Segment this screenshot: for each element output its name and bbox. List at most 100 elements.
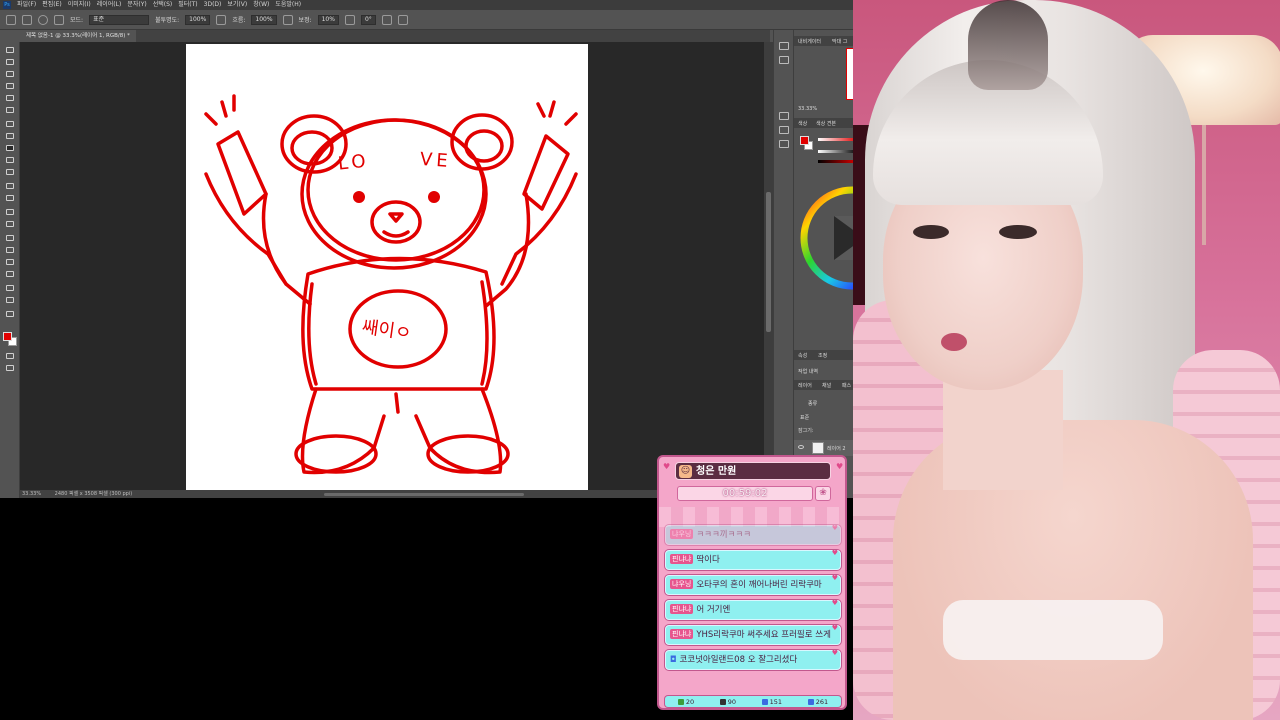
tab-history[interactable]: 작업 내역 — [798, 368, 818, 375]
menu-file[interactable]: 파일(F) — [17, 0, 36, 10]
menu-filter[interactable]: 필터(T) — [178, 0, 197, 10]
webcam-feed — [853, 0, 1280, 720]
dodge-tool-icon[interactable] — [5, 220, 15, 228]
layer-blend-mode[interactable]: 표준 — [800, 414, 809, 421]
symmetry-icon[interactable] — [397, 14, 408, 25]
pressure-opacity-icon[interactable] — [216, 14, 227, 25]
opacity-input[interactable]: 100% — [185, 14, 211, 25]
color-wheel[interactable] — [800, 178, 853, 300]
menu-type[interactable]: 문자(Y) — [127, 0, 146, 10]
frame-tool-icon[interactable] — [5, 106, 15, 114]
chat-user-badge: 냐우닝 — [670, 579, 694, 589]
move-tool-icon[interactable] — [5, 46, 15, 54]
chat-user-badge: 핀냐냐 — [670, 554, 694, 564]
menu-image[interactable]: 이미지(I) — [68, 0, 91, 10]
foreground-color-swatch[interactable] — [3, 332, 12, 341]
history-panel-icon[interactable] — [779, 42, 789, 50]
pen-tool-icon[interactable] — [5, 234, 15, 242]
eraser-tool-icon[interactable] — [5, 182, 15, 190]
sketch-stroke — [306, 118, 486, 262]
vertical-scrollbar[interactable] — [764, 42, 773, 490]
color-swatches[interactable] — [3, 332, 17, 346]
smoothing-input[interactable]: 10% — [317, 14, 339, 25]
streamer-eye-left — [913, 225, 949, 239]
hue-slider[interactable] — [818, 138, 853, 141]
tab-navigator[interactable]: 내비게이터 — [798, 38, 821, 45]
follower-icon — [807, 698, 814, 705]
stamp-tool-icon[interactable] — [5, 156, 15, 164]
zoom-tool-icon[interactable] — [5, 296, 15, 304]
donation-icon: ◘ — [670, 655, 677, 665]
blur-tool-icon[interactable] — [5, 208, 15, 216]
type-tool-icon[interactable] — [5, 246, 15, 254]
layer-name[interactable]: 레이어 2 — [827, 445, 846, 452]
gradient-tool-icon[interactable] — [5, 194, 15, 202]
menu-select[interactable]: 선택(S) — [153, 0, 173, 10]
shape-tool-icon[interactable] — [5, 270, 15, 278]
angle-input[interactable]: 0° — [360, 14, 376, 25]
tab-layers[interactable]: 레이어 — [798, 382, 812, 389]
brush-panel-icon[interactable] — [779, 140, 789, 148]
tab-histogram[interactable]: 막대 그 — [832, 38, 847, 45]
brightness-slider[interactable] — [818, 160, 853, 163]
layer-kind-filter[interactable]: 종류 — [808, 400, 817, 407]
viewer-icon — [677, 698, 684, 705]
brush-tool-icon-active[interactable] — [5, 144, 15, 152]
mode-label: 모드: — [70, 17, 84, 24]
smoothing-settings-icon[interactable] — [344, 14, 355, 25]
airbrush-icon[interactable] — [282, 14, 293, 25]
brush-tool-icon[interactable] — [22, 14, 32, 25]
menu-3d[interactable]: 3D(D) — [204, 0, 222, 10]
scroll-thumb[interactable] — [766, 192, 771, 332]
menu-edit[interactable]: 편집(E) — [42, 0, 62, 10]
chat-messages: 냐우닝 ㅋㅋㅋ끼ㅋㅋㅋ ♥ 핀냐냐 딱이다 ♥ 냐우닝 오타쿠의 혼이 깨어나버린 리… — [665, 524, 841, 675]
quick-select-tool-icon[interactable] — [5, 82, 15, 90]
horizontal-scroll-thumb[interactable] — [324, 493, 524, 496]
menu-help[interactable]: 도움말(H) — [275, 0, 301, 10]
mode-select[interactable]: 표준 — [89, 14, 150, 25]
tab-paths[interactable]: 패스 — [842, 382, 851, 389]
stat-item: 151 — [761, 698, 782, 706]
drawing-canvas[interactable]: LO VE 쌔이ㅇ — [186, 44, 588, 490]
chat-message: ◘ 코코넛아일랜드08 오 잘그리셨다 ♥ — [665, 649, 841, 670]
streamer-eye-right — [999, 225, 1037, 239]
color-panel-icon[interactable] — [779, 112, 789, 120]
tab-properties[interactable]: 속성 — [798, 352, 807, 359]
panel-foreground-swatch[interactable] — [800, 136, 809, 145]
path-select-tool-icon[interactable] — [5, 258, 15, 266]
menu-window[interactable]: 창(W) — [253, 0, 269, 10]
status-zoom[interactable]: 33.33% — [22, 491, 41, 497]
tab-adjustments[interactable]: 조정 — [818, 352, 827, 359]
menu-layer[interactable]: 레이어(L) — [97, 0, 122, 10]
tab-channels[interactable]: 채널 — [822, 382, 831, 389]
quick-mask-icon[interactable] — [5, 352, 15, 360]
healing-tool-icon[interactable] — [5, 132, 15, 140]
properties-panel-icon[interactable] — [779, 56, 789, 64]
navigator-zoom[interactable]: 33.33% — [798, 106, 817, 112]
flow-input[interactable]: 100% — [251, 14, 277, 25]
more-tools-icon[interactable] — [5, 310, 15, 318]
right-panels: 내비게이터 막대 그 33.33% 색상 색상 견본 속성 조정 작업 내역 레… — [793, 30, 853, 498]
home-icon[interactable] — [6, 14, 16, 25]
screen-mode-icon[interactable] — [5, 364, 15, 372]
navigator-thumbnail[interactable] — [846, 48, 853, 100]
document-tab[interactable]: 제목 없음-1 @ 33.3%(레이어 1, RGB/8) * — [20, 30, 136, 42]
layer-row[interactable]: 레이어 2 — [794, 440, 853, 456]
saturation-slider[interactable] — [818, 150, 853, 153]
visibility-eye-icon[interactable] — [798, 445, 804, 449]
sketch-stroke — [388, 212, 404, 223]
tab-color[interactable]: 색상 — [798, 120, 807, 127]
marquee-tool-icon[interactable] — [5, 58, 15, 66]
swatches-panel-icon[interactable] — [779, 126, 789, 134]
hand-tool-icon[interactable] — [5, 284, 15, 292]
eyedropper-tool-icon[interactable] — [5, 120, 15, 128]
history-brush-tool-icon[interactable] — [5, 168, 15, 176]
menu-view[interactable]: 보기(V) — [227, 0, 247, 10]
pressure-size-icon[interactable] — [381, 14, 392, 25]
crop-tool-icon[interactable] — [5, 94, 15, 102]
stat-item: 261 — [807, 698, 828, 706]
brush-preset-picker-icon[interactable] — [38, 14, 48, 25]
tab-swatches[interactable]: 색상 견본 — [816, 120, 836, 127]
brush-settings-icon[interactable] — [54, 14, 64, 25]
lasso-tool-icon[interactable] — [5, 70, 15, 78]
